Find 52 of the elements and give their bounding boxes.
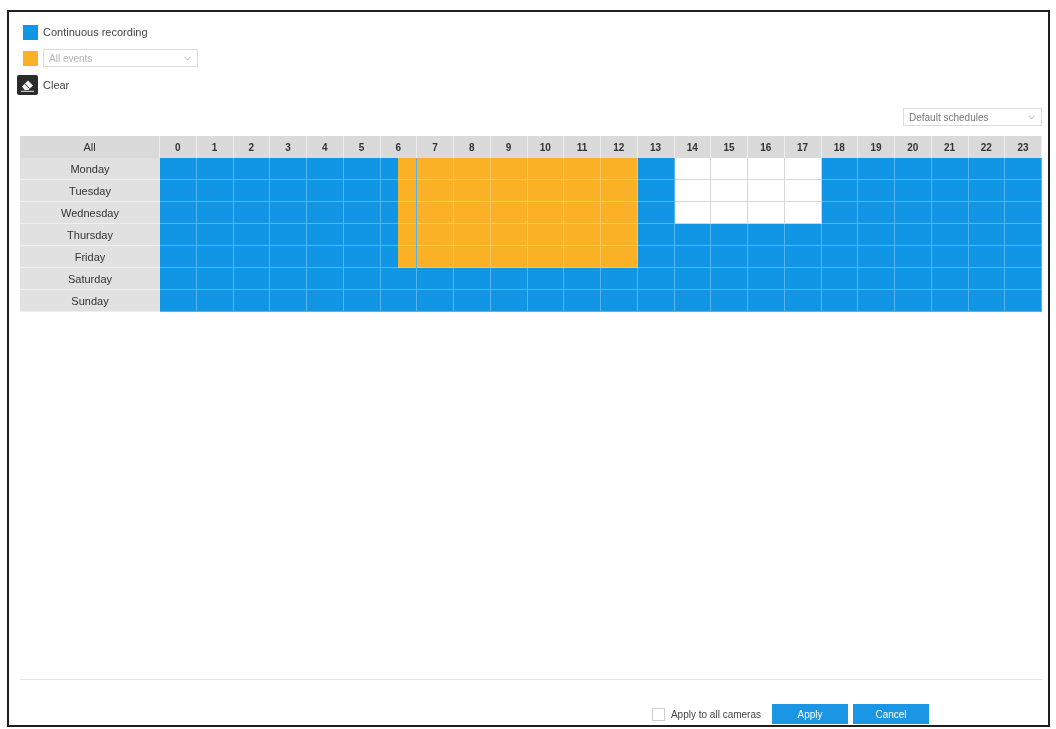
hour-header[interactable]: 5 — [343, 136, 381, 158]
hour-header[interactable]: 20 — [895, 136, 932, 158]
schedule-cell[interactable] — [711, 180, 748, 202]
hour-header[interactable]: 16 — [748, 136, 785, 158]
hour-header[interactable]: 4 — [307, 136, 344, 158]
hour-header[interactable]: 0 — [160, 136, 197, 158]
hour-header[interactable]: 21 — [931, 136, 969, 158]
day-label[interactable]: Thursday — [20, 224, 160, 246]
checkbox[interactable] — [651, 707, 665, 721]
clear-button[interactable]: Clear — [17, 75, 70, 95]
schedule-cell[interactable] — [784, 180, 822, 202]
schedule-dropdown[interactable]: Default schedules — [903, 108, 1042, 126]
day-label[interactable]: Tuesday — [20, 180, 160, 202]
chevron-down-icon — [184, 55, 191, 61]
schedule-cell[interactable] — [711, 202, 748, 224]
legend-label: Continuous recording — [43, 26, 148, 38]
schedule-cell[interactable] — [674, 158, 712, 180]
hour-header[interactable]: 1 — [196, 136, 234, 158]
hour-header[interactable]: 14 — [674, 136, 712, 158]
day-label[interactable]: Monday — [20, 158, 160, 180]
select-all-header[interactable]: All — [20, 136, 160, 158]
hour-header[interactable]: 12 — [601, 136, 638, 158]
hour-header[interactable]: 22 — [968, 136, 1006, 158]
hour-header[interactable]: 7 — [417, 136, 454, 158]
hour-header[interactable]: 2 — [233, 136, 271, 158]
hour-header[interactable]: 10 — [527, 136, 565, 158]
hour-header[interactable]: 15 — [711, 136, 748, 158]
schedule-cell[interactable] — [711, 158, 748, 180]
eraser-icon — [17, 75, 38, 95]
schedule-cell[interactable] — [674, 202, 712, 224]
schedule-cell[interactable] — [748, 158, 785, 180]
day-label[interactable]: Sunday — [20, 290, 160, 312]
hour-header[interactable]: 23 — [1005, 136, 1042, 158]
day-label[interactable]: Saturday — [20, 268, 160, 290]
hour-header[interactable]: 18 — [821, 136, 859, 158]
hour-header[interactable]: 19 — [858, 136, 895, 158]
checkbox-label: Apply to all cameras — [670, 708, 761, 720]
hour-header[interactable]: 11 — [564, 136, 601, 158]
hour-header[interactable]: 13 — [637, 136, 675, 158]
day-label[interactable]: Wednesday — [20, 202, 160, 224]
schedule-cell[interactable] — [784, 202, 822, 224]
schedule-cell[interactable] — [674, 180, 712, 202]
hour-header[interactable]: 6 — [380, 136, 418, 158]
day-label[interactable]: Friday — [20, 246, 160, 268]
hour-header[interactable]: 3 — [270, 136, 307, 158]
schedule-cell[interactable] — [784, 158, 822, 180]
chevron-down-icon — [1028, 114, 1035, 120]
hour-header[interactable]: 8 — [454, 136, 491, 158]
schedule-cell[interactable] — [748, 180, 785, 202]
schedule-cell[interactable] — [748, 202, 785, 224]
hour-header[interactable]: 9 — [490, 136, 528, 158]
hour-header[interactable]: 17 — [784, 136, 822, 158]
